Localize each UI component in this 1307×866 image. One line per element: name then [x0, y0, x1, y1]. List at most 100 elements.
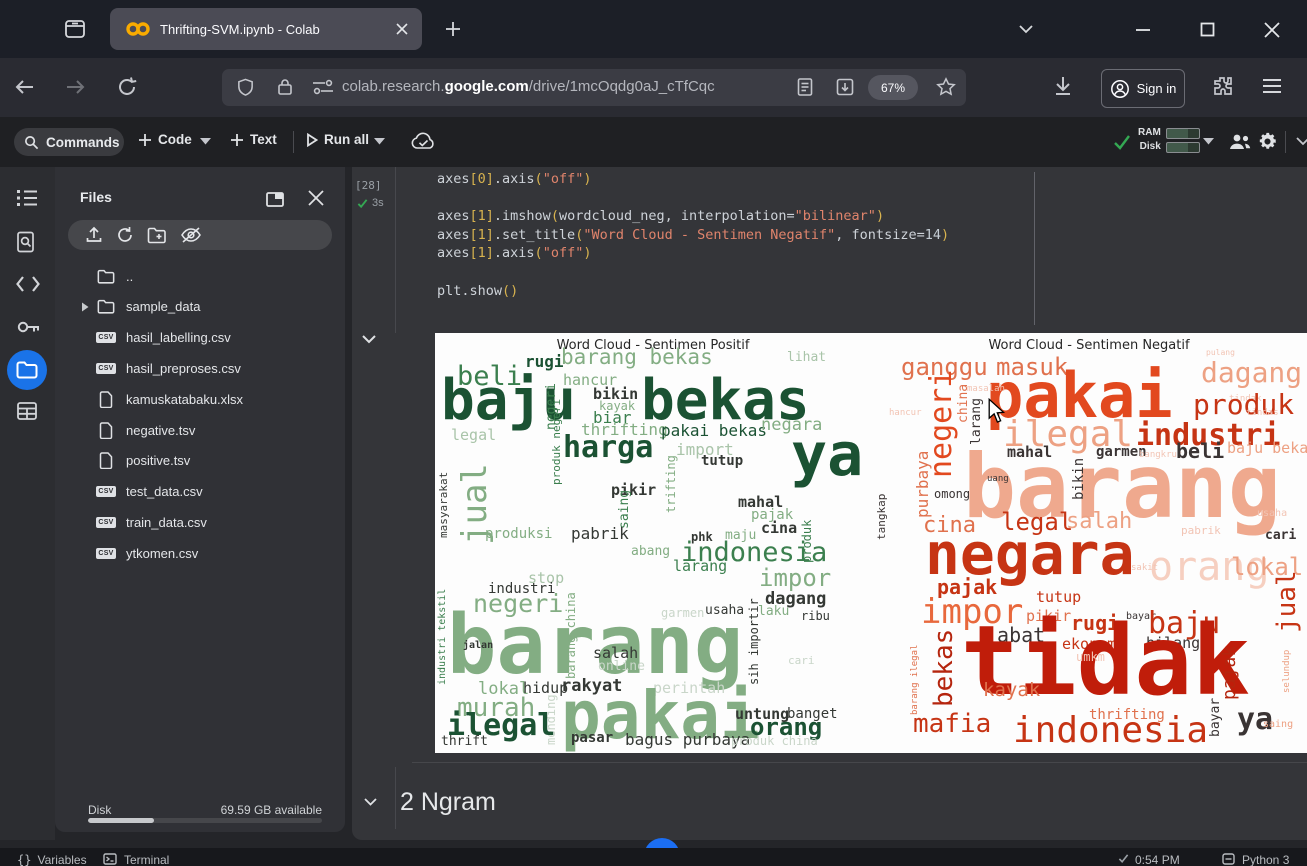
files-rail-item-active[interactable]: [7, 350, 47, 390]
lock-icon[interactable]: [276, 77, 294, 97]
execution-count[interactable]: [28]: [355, 179, 382, 192]
new-folder-icon[interactable]: [147, 227, 167, 244]
refresh-icon[interactable]: [116, 226, 134, 244]
tab-list-chevron-icon[interactable]: [1018, 24, 1034, 34]
wordcloud-word: purbaya: [913, 450, 932, 518]
run-all-dropdown-icon[interactable]: [374, 138, 385, 145]
code-token: ): [583, 245, 592, 262]
reader-mode-icon[interactable]: [796, 77, 814, 97]
kernel-selector[interactable]: Python 3: [1222, 853, 1289, 866]
find-replace-icon[interactable]: [15, 230, 39, 254]
zoom-level-badge[interactable]: 67%: [868, 75, 918, 100]
wordcloud-word: tutup: [701, 453, 744, 469]
wordcloud-word: cari: [788, 654, 815, 667]
close-panel-icon[interactable]: [307, 189, 325, 207]
sign-in-button[interactable]: Sign in: [1101, 69, 1185, 108]
file-item[interactable]: negative.tsv: [55, 416, 345, 444]
window-close-button[interactable]: [1264, 22, 1280, 38]
file-item[interactable]: sample_data: [55, 293, 345, 321]
run-all-label: Run all: [324, 132, 370, 147]
run-all-button[interactable]: Run all: [306, 132, 369, 147]
settings-gear-icon[interactable]: [1257, 131, 1278, 152]
add-text-button[interactable]: Text: [230, 132, 277, 147]
firefox-view-icon[interactable]: [63, 17, 87, 41]
table-of-contents-icon[interactable]: [15, 186, 39, 210]
hide-hidden-files-icon[interactable]: [180, 226, 202, 244]
shield-icon[interactable]: [236, 78, 255, 97]
permissions-icon[interactable]: [312, 79, 334, 95]
add-code-dropdown-icon[interactable]: [200, 138, 211, 145]
wordcloud-word: barang china: [564, 592, 578, 679]
share-people-icon[interactable]: [1228, 132, 1252, 152]
file-item[interactable]: kamuskatabaku.xlsx: [55, 385, 345, 413]
resource-meter[interactable]: RAM Disk: [1138, 127, 1200, 153]
wordcloud-word: mafia: [913, 709, 992, 739]
menu-hamburger-icon[interactable]: [1262, 78, 1282, 94]
bookmark-star-icon[interactable]: [936, 77, 956, 97]
secrets-key-icon[interactable]: [15, 315, 41, 339]
resources-dropdown-icon[interactable]: [1203, 138, 1214, 145]
upload-icon[interactable]: [85, 226, 103, 244]
back-button[interactable]: [14, 76, 36, 98]
table-grid-icon[interactable]: [15, 399, 39, 423]
expand-caret-icon[interactable]: [81, 302, 95, 312]
code-snippets-icon[interactable]: [15, 273, 41, 295]
last-run-time-text: 0:54 PM: [1135, 853, 1180, 866]
collapse-toolbar-chevron-icon[interactable]: [1296, 137, 1307, 146]
browser-tab[interactable]: Thrifting-SVM.ipynb - Colab: [110, 8, 422, 50]
file-item[interactable]: CSV test_data.csv: [55, 478, 345, 506]
tab-close-icon[interactable]: [396, 23, 408, 35]
section-heading[interactable]: 2 Ngram: [400, 788, 496, 817]
file-item[interactable]: ..: [55, 262, 345, 290]
detach-panel-icon[interactable]: [265, 189, 285, 209]
file-item[interactable]: positive.tsv: [55, 447, 345, 475]
wordcloud-word: produk: [1193, 388, 1295, 421]
url-text[interactable]: colab.research.google.com/drive/1mcOqdg0…: [342, 78, 715, 95]
window-minimize-button[interactable]: [1135, 28, 1151, 32]
files-toolbar: [68, 220, 332, 250]
check-icon: [357, 198, 368, 208]
file-item[interactable]: CSV hasil_preproses.csv: [55, 354, 345, 382]
wordcloud-word: pabrik: [571, 524, 629, 543]
cell-border: [395, 767, 396, 829]
window-maximize-button[interactable]: [1200, 22, 1215, 37]
save-page-icon[interactable]: [835, 77, 855, 97]
code-line: axes[1].imshow(wordcloud_neg, interpolat…: [437, 207, 949, 226]
wordcloud-word: tutup: [1036, 588, 1082, 606]
reload-button[interactable]: [116, 76, 138, 98]
url-bar[interactable]: colab.research.google.com/drive/1mcOqdg0…: [222, 69, 966, 106]
file-name: train_data.csv: [126, 514, 207, 530]
wordcloud-word: laku: [758, 604, 790, 619]
check-icon: [1118, 854, 1129, 863]
variables-button[interactable]: {} Variables: [17, 853, 87, 866]
screen: Thrifting-SVM.ipynb - Colab colab.resear…: [0, 0, 1307, 866]
code-token: .axis: [493, 245, 535, 262]
wordcloud-word: tindas: [1246, 408, 1279, 418]
ram-meter: [1165, 127, 1200, 139]
file-item[interactable]: CSV hasil_labelling.csv: [55, 324, 345, 352]
terminal-button[interactable]: Terminal: [103, 853, 169, 866]
colab-toolbar: Commands Code Text Run all RAM Disk: [0, 117, 1307, 167]
extensions-puzzle-icon[interactable]: [1212, 75, 1234, 97]
forward-button[interactable]: [64, 76, 86, 98]
file-icon: [95, 421, 117, 439]
kernel-label: Python 3: [1242, 853, 1290, 866]
add-code-button[interactable]: Code: [138, 132, 192, 147]
output-collapse-chevron-icon[interactable]: [362, 335, 376, 344]
url-fade: [722, 71, 792, 104]
wordcloud-word: omong: [934, 487, 971, 501]
file-item[interactable]: CSV ytkomen.csv: [55, 539, 345, 567]
downloads-icon[interactable]: [1052, 75, 1074, 97]
cloud-saved-icon[interactable]: [410, 130, 437, 154]
file-name: negative.tsv: [126, 422, 196, 438]
file-name: hasil_labelling.csv: [126, 330, 231, 346]
new-tab-button[interactable]: [444, 20, 462, 38]
toolbar-divider: [293, 131, 294, 153]
wordcloud-word: lihat: [787, 350, 827, 365]
commands-button[interactable]: Commands: [14, 128, 124, 156]
code-editor[interactable]: axes[0].axis("off") axes[1].imshow(wordc…: [437, 170, 949, 300]
url-path: /drive/1mcOqdg0aJ_cTfCqc: [528, 78, 715, 95]
section-collapse-chevron-icon[interactable]: [364, 798, 377, 806]
file-item[interactable]: CSV train_data.csv: [55, 508, 345, 536]
